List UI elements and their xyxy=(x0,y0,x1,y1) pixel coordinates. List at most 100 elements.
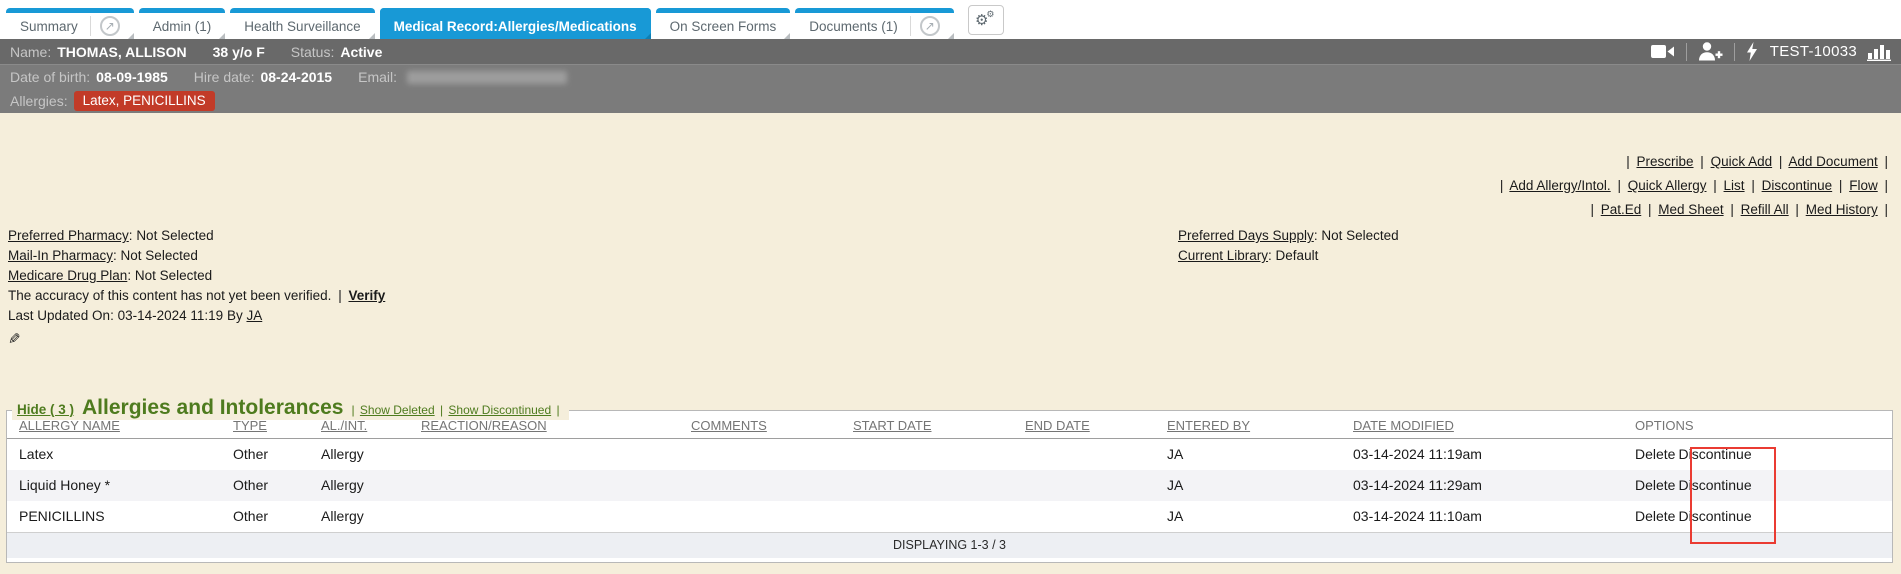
tab-health-surveillance[interactable]: Health Surveillance xyxy=(230,8,374,39)
col-header-comments[interactable]: COMMENTS xyxy=(691,418,767,433)
lightning-bolt-icon[interactable] xyxy=(1746,42,1758,61)
popout-icon[interactable]: ↗ xyxy=(920,16,940,36)
al-int-cell: Allergy xyxy=(317,501,417,533)
allergy-name-cell: Liquid Honey * xyxy=(7,470,229,501)
start-date-cell xyxy=(849,439,1021,471)
hide-section-link[interactable]: Hide ( 3 ) xyxy=(17,402,74,417)
preferred-days-supply-link[interactable]: Preferred Days Supply xyxy=(1178,228,1314,243)
patient-status: Active xyxy=(340,44,382,60)
settings-button[interactable]: ⚙ ⚙ xyxy=(968,5,1004,35)
action-links-line-1: | Prescribe | Quick Add | Add Document | xyxy=(1497,150,1891,174)
popout-icon[interactable]: ↗ xyxy=(100,16,120,36)
type-cell: Other xyxy=(229,470,317,501)
tab-label: On Screen Forms xyxy=(670,19,777,34)
reaction-cell xyxy=(417,439,687,471)
start-date-cell xyxy=(849,470,1021,501)
patient-age-sex: 38 y/o F xyxy=(213,44,265,60)
status-label: Status: xyxy=(291,44,335,60)
preferred-pharmacy-link[interactable]: Preferred Pharmacy xyxy=(8,228,129,243)
medicare-drug-plan-link[interactable]: Medicare Drug Plan xyxy=(8,268,127,283)
col-header-al-int[interactable]: AL./INT. xyxy=(321,418,367,433)
name-label: Name: xyxy=(10,44,51,60)
tab-summary[interactable]: Summary ↗ xyxy=(6,8,134,39)
al-int-cell: Allergy xyxy=(317,439,417,471)
col-header-start-date[interactable]: START DATE xyxy=(853,418,932,433)
list-link[interactable]: List xyxy=(1724,178,1745,193)
add-allergy-intol-link[interactable]: Add Allergy/Intol. xyxy=(1509,178,1610,193)
flow-link[interactable]: Flow xyxy=(1849,178,1878,193)
delete-row-button[interactable]: Delete xyxy=(1635,477,1675,493)
delete-row-button[interactable]: Delete xyxy=(1635,446,1675,462)
type-cell: Other xyxy=(229,439,317,471)
refill-all-link[interactable]: Refill All xyxy=(1741,202,1789,217)
tab-documents[interactable]: Documents (1) ↗ xyxy=(795,8,954,39)
bar-chart-icon[interactable] xyxy=(1867,42,1891,61)
displaying-count: DISPLAYING 1-3 / 3 xyxy=(7,533,1892,559)
updated-by-user-link[interactable]: JA xyxy=(246,308,262,323)
entered-by-cell: JA xyxy=(1163,439,1349,471)
allergies-badge[interactable]: Latex, PENICILLINS xyxy=(74,91,215,111)
col-header-date-modified[interactable]: DATE MODIFIED xyxy=(1353,418,1454,433)
col-header-options: OPTIONS xyxy=(1635,418,1694,433)
toolbar-divider xyxy=(1734,43,1735,61)
medicare-drug-plan-row: Medicare Drug Plan: Not Selected xyxy=(8,266,385,286)
tab-medical-record-allergies-medications[interactable]: Medical Record:Allergies/Medications xyxy=(380,8,651,39)
quick-add-link[interactable]: Quick Add xyxy=(1711,154,1773,169)
by-label: By xyxy=(227,308,243,323)
video-camera-icon[interactable] xyxy=(1651,44,1675,59)
col-header-reaction-reason[interactable]: REACTION/REASON xyxy=(421,418,547,433)
add-document-link[interactable]: Add Document xyxy=(1788,154,1877,169)
table-row: Liquid Honey * Other Allergy JA 03-14-20… xyxy=(7,470,1892,501)
table-row: Latex Other Allergy JA 03-14-2024 11:19a… xyxy=(7,439,1892,471)
discontinue-row-button[interactable]: Discontinue xyxy=(1678,477,1751,493)
email-label: Email: xyxy=(358,69,397,85)
pharmacy-info: Preferred Pharmacy: Not Selected Mail-In… xyxy=(8,226,385,350)
date-modified-cell: 03-14-2024 11:29am xyxy=(1349,470,1631,501)
col-header-entered-by[interactable]: ENTERED BY xyxy=(1167,418,1250,433)
mail-in-pharmacy-link[interactable]: Mail-In Pharmacy xyxy=(8,248,113,263)
tab-on-screen-forms[interactable]: On Screen Forms xyxy=(656,8,791,39)
current-library-value: Default xyxy=(1276,248,1319,263)
toolbar-divider xyxy=(1686,43,1687,61)
discontinue-row-button[interactable]: Discontinue xyxy=(1678,446,1751,462)
preferred-pharmacy-value: Not Selected xyxy=(136,228,213,243)
col-header-type[interactable]: TYPE xyxy=(233,418,267,433)
tab-label: Health Surveillance xyxy=(244,19,360,34)
tab-label: Summary xyxy=(20,19,78,34)
add-person-icon[interactable] xyxy=(1698,42,1723,61)
tab-divider xyxy=(910,16,911,36)
edit-pencil-icon[interactable]: ✎ xyxy=(8,330,21,350)
mail-in-pharmacy-value: Not Selected xyxy=(121,248,198,263)
discontinue-link[interactable]: Discontinue xyxy=(1762,178,1833,193)
show-deleted-link[interactable]: Show Deleted xyxy=(360,403,435,417)
col-header-end-date[interactable]: END DATE xyxy=(1025,418,1090,433)
action-links-line-3: | Pat.Ed | Med Sheet | Refill All | Med … xyxy=(1497,198,1891,222)
al-int-cell: Allergy xyxy=(317,470,417,501)
discontinue-row-button[interactable]: Discontinue xyxy=(1678,508,1751,524)
patient-header: Name: THOMAS, ALLISON 38 y/o F Status: A… xyxy=(0,39,1901,113)
tab-label: Admin (1) xyxy=(153,19,212,34)
type-cell: Other xyxy=(229,501,317,533)
record-id: TEST-10033 xyxy=(1770,43,1857,60)
med-sheet-link[interactable]: Med Sheet xyxy=(1658,202,1723,217)
delete-row-button[interactable]: Delete xyxy=(1635,508,1675,524)
pat-ed-link[interactable]: Pat.Ed xyxy=(1601,202,1642,217)
last-updated-label: Last Updated On: xyxy=(8,308,114,323)
patient-header-row-2: Date of birth: 08-09-1985 Hire date: 08-… xyxy=(0,65,1901,89)
verify-link[interactable]: Verify xyxy=(348,288,385,303)
current-library-link[interactable]: Current Library xyxy=(1178,248,1268,263)
patient-header-toolbar: TEST-10033 xyxy=(1651,42,1891,61)
tab-admin[interactable]: Admin (1) xyxy=(139,8,226,39)
tab-label: Medical Record:Allergies/Medications xyxy=(394,19,637,34)
tab-divider xyxy=(90,16,91,36)
library-info: Preferred Days Supply: Not Selected Curr… xyxy=(1178,226,1399,266)
med-history-link[interactable]: Med History xyxy=(1806,202,1878,217)
hire-date-label: Hire date: xyxy=(194,69,255,85)
entered-by-cell: JA xyxy=(1163,470,1349,501)
col-header-allergy-name[interactable]: ALLERGY NAME xyxy=(19,418,120,433)
show-discontinued-link[interactable]: Show Discontinued xyxy=(448,403,551,417)
prescribe-link[interactable]: Prescribe xyxy=(1636,154,1693,169)
patient-name: THOMAS, ALLISON xyxy=(57,44,186,60)
action-links: | Prescribe | Quick Add | Add Document |… xyxy=(1497,150,1891,222)
quick-allergy-link[interactable]: Quick Allergy xyxy=(1628,178,1707,193)
